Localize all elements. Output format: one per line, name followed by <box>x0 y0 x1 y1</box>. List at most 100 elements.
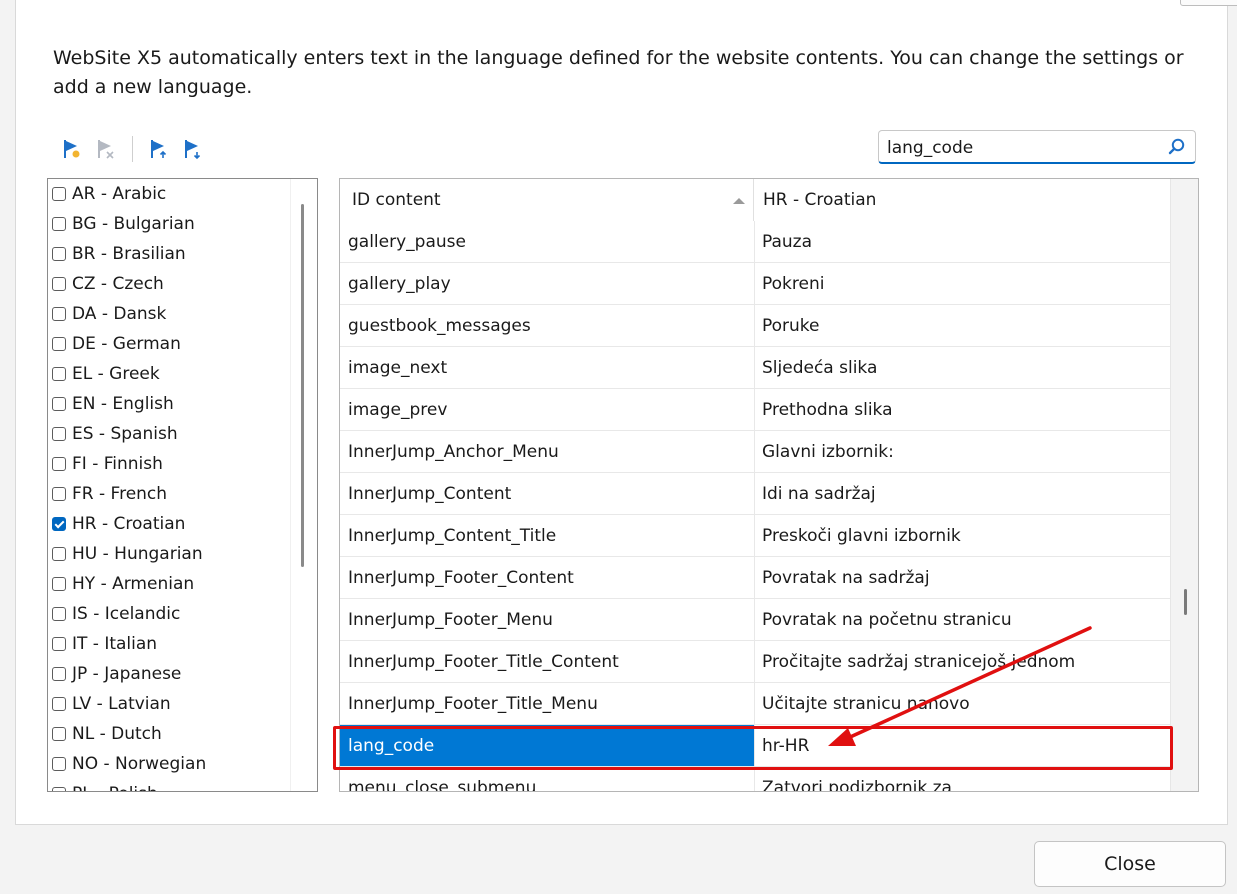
language-item[interactable]: IT - Italian <box>52 629 157 659</box>
cell-id-content[interactable]: InnerJump_Footer_Content <box>340 557 755 598</box>
language-item[interactable]: FR - French <box>52 479 167 509</box>
table-row[interactable]: image_next Sljedeća slika <box>340 347 1170 389</box>
language-list-scrollbar[interactable] <box>290 179 317 791</box>
cell-id-content[interactable]: InnerJump_Content_Title <box>340 515 755 556</box>
language-item[interactable]: DE - German <box>52 329 181 359</box>
language-checkbox[interactable] <box>52 337 66 351</box>
table-row[interactable]: gallery_pause Pauza <box>340 221 1170 263</box>
window-control-button[interactable] <box>1180 0 1237 6</box>
table-row[interactable]: InnerJump_Content_Title Preskoči glavni i… <box>340 515 1170 557</box>
language-item[interactable]: HU - Hungarian <box>52 539 203 569</box>
language-checkbox[interactable] <box>52 607 66 621</box>
table-row[interactable]: image_prev Prethodna slika <box>340 389 1170 431</box>
table-row[interactable]: InnerJump_Footer_Content Povratak na sadr… <box>340 557 1170 599</box>
language-item[interactable]: AR - Arabic <box>52 179 166 209</box>
language-checkbox[interactable] <box>52 187 66 201</box>
language-item[interactable]: PL - Polish <box>52 779 158 791</box>
cell-translation[interactable]: Pročitajte sadržaj stranicejoš jednom <box>755 641 1170 682</box>
language-checkbox[interactable] <box>52 727 66 741</box>
flag-remove-icon[interactable] <box>92 135 120 163</box>
language-checkbox[interactable] <box>52 457 66 471</box>
language-checkbox[interactable] <box>52 397 66 411</box>
language-item[interactable]: JP - Japanese <box>52 659 181 689</box>
cell-id-content[interactable]: image_next <box>340 347 755 388</box>
table-row[interactable]: menu_close_submenu Zatvori podizbornik za <box>340 767 1170 792</box>
language-checkbox[interactable] <box>52 697 66 711</box>
language-checkbox[interactable] <box>52 367 66 381</box>
column-header-language[interactable]: HR - Croatian <box>755 179 1171 221</box>
language-item[interactable]: BR - Brasilian <box>52 239 186 269</box>
language-checkbox[interactable] <box>52 787 66 791</box>
cell-id-content[interactable]: InnerJump_Footer_Menu <box>340 599 755 640</box>
language-item[interactable]: EN - English <box>52 389 174 419</box>
language-item[interactable]: HY - Armenian <box>52 569 194 599</box>
cell-id-content[interactable]: guestbook_messages <box>340 305 755 346</box>
close-button[interactable]: Close <box>1034 841 1226 887</box>
cell-id-content[interactable]: gallery_play <box>340 263 755 304</box>
cell-id-content[interactable]: InnerJump_Footer_Title_Content <box>340 641 755 682</box>
table-row[interactable]: gallery_play Pokreni <box>340 263 1170 305</box>
language-item[interactable]: EL - Greek <box>52 359 160 389</box>
cell-translation[interactable]: Sljedeća slika <box>755 347 1170 388</box>
language-list-scroll-thumb[interactable] <box>301 204 304 567</box>
table-scrollbar[interactable] <box>1170 179 1198 791</box>
language-item[interactable]: ES - Spanish <box>52 419 178 449</box>
description-text: WebSite X5 automatically enters text in … <box>53 47 1184 98</box>
cell-translation[interactable]: Pauza <box>755 221 1170 262</box>
cell-id-content[interactable]: menu_close_submenu <box>340 767 755 791</box>
language-checkbox[interactable] <box>52 667 66 681</box>
cell-id-content[interactable]: gallery_pause <box>340 221 755 262</box>
language-list[interactable]: PL - Polish NO - Norwegian NL - Dutch LV - … <box>47 178 318 792</box>
search-icon[interactable] <box>1167 137 1187 157</box>
language-item[interactable]: LV - Latvian <box>52 689 171 719</box>
cell-translation[interactable]: Učitajte stranicu nanovo <box>755 683 1170 724</box>
cell-translation[interactable]: Povratak na početnu stranicu <box>755 599 1170 640</box>
table-row[interactable]: InnerJump_Footer_Menu Povratak na početnu… <box>340 599 1170 641</box>
cell-translation[interactable]: Povratak na sadržaj <box>755 557 1170 598</box>
column-header-id[interactable]: ID content <box>340 179 754 221</box>
cell-id-content[interactable]: InnerJump_Content <box>340 473 755 514</box>
language-checkbox[interactable] <box>52 427 66 441</box>
table-row[interactable]: guestbook_messages Poruke <box>340 305 1170 347</box>
cell-id-content[interactable]: InnerJump_Anchor_Menu <box>340 431 755 472</box>
language-checkbox[interactable] <box>52 757 66 771</box>
language-checkbox[interactable] <box>52 217 66 231</box>
table-row[interactable]: InnerJump_Anchor_Menu Glavni izbornik: <box>340 431 1170 473</box>
cell-translation[interactable]: Pokreni <box>755 263 1170 304</box>
table-scroll-thumb[interactable] <box>1184 589 1187 615</box>
language-item[interactable]: BG - Bulgarian <box>52 209 195 239</box>
language-item[interactable]: DA - Dansk <box>52 299 166 329</box>
language-item[interactable]: CZ - Czech <box>52 269 164 299</box>
column-header-id-label: ID content <box>352 190 441 210</box>
language-item[interactable]: IS - Icelandic <box>52 599 180 629</box>
search-input[interactable] <box>887 136 1157 160</box>
flag-import-icon[interactable] <box>145 135 173 163</box>
flag-export-icon[interactable] <box>179 135 207 163</box>
language-checkbox[interactable] <box>52 487 66 501</box>
cell-translation[interactable]: Glavni izbornik: <box>755 431 1170 472</box>
cell-id-content[interactable]: InnerJump_Footer_Title_Menu <box>340 683 755 724</box>
cell-translation[interactable]: Poruke <box>755 305 1170 346</box>
language-item[interactable]: HR - Croatian <box>52 509 185 539</box>
language-item[interactable]: NO - Norwegian <box>52 749 206 779</box>
table-row[interactable]: InnerJump_Footer_Title_Menu Učitajte stra… <box>340 683 1170 725</box>
language-checkbox[interactable] <box>52 247 66 261</box>
language-checkbox[interactable] <box>52 577 66 591</box>
cell-translation[interactable]: Idi na sadržaj <box>755 473 1170 514</box>
language-checkbox[interactable] <box>52 637 66 651</box>
table-row[interactable]: InnerJump_Content Idi na sadržaj <box>340 473 1170 515</box>
table-header: ID content HR - Croatian <box>340 179 1171 221</box>
cell-translation[interactable]: Prethodna slika <box>755 389 1170 430</box>
table-row[interactable]: InnerJump_Footer_Title_Content Pročitajte… <box>340 641 1170 683</box>
cell-id-content[interactable]: image_prev <box>340 389 755 430</box>
flag-add-icon[interactable] <box>58 135 86 163</box>
language-item[interactable]: FI - Finnish <box>52 449 163 479</box>
language-item[interactable]: NL - Dutch <box>52 719 162 749</box>
language-checkbox[interactable] <box>52 517 66 531</box>
language-checkbox[interactable] <box>52 307 66 321</box>
cell-translation[interactable]: Preskoči glavni izbornik <box>755 515 1170 556</box>
language-checkbox[interactable] <box>52 547 66 561</box>
cell-translation[interactable]: Zatvori podizbornik za <box>755 767 1170 792</box>
language-checkbox[interactable] <box>52 277 66 291</box>
language-label: DA - Dansk <box>72 304 167 324</box>
